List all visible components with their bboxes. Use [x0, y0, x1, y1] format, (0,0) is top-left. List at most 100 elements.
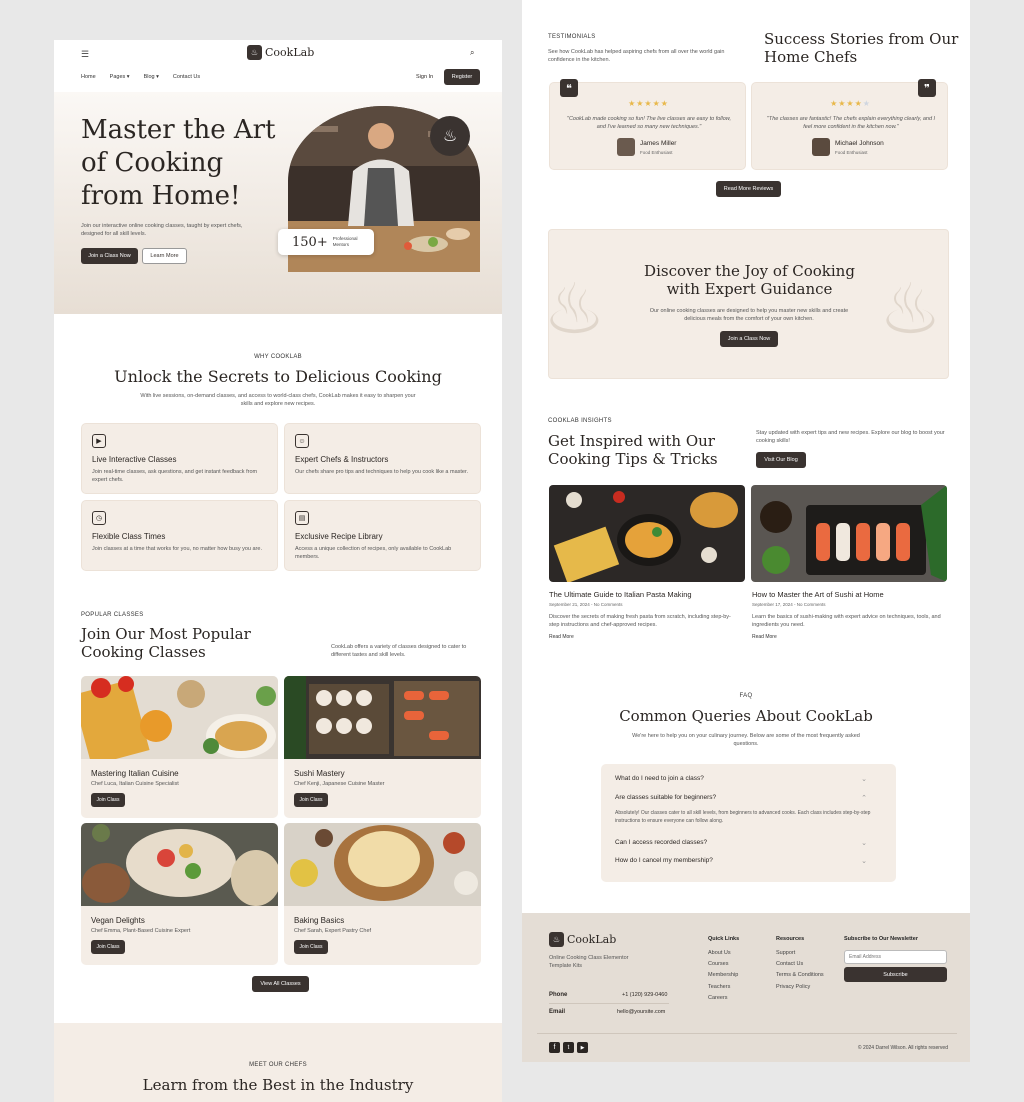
footer-link[interactable]: Contact Us [776, 961, 803, 967]
cta-title: Discover the Joy of Cooking with Expert … [644, 262, 855, 298]
class-card-baking[interactable]: Baking Basics Chef Sarah, Expert Pastry … [284, 823, 481, 965]
class-title: Vegan Delights [91, 916, 145, 925]
social-icons: f t ▶ [549, 1042, 588, 1053]
join-class-button[interactable]: Join Class [294, 793, 328, 807]
nav-blog[interactable]: Blog ▾ [144, 74, 159, 80]
footer: ♨ CookLab Online Cooking Class Elementor… [522, 913, 970, 1062]
class-chef: Chef Sarah, Expert Pastry Chef [294, 928, 372, 934]
footer-link[interactable]: About Us [708, 950, 731, 956]
newsletter-email-input[interactable] [844, 950, 947, 964]
footer-logo[interactable]: ♨ CookLab [549, 932, 616, 947]
chevron-down-icon: ⌄ [861, 840, 867, 847]
faq-title: Common Queries About CookLab [619, 707, 873, 725]
hero-title: Master the Art of Cooking from Home! [81, 115, 276, 211]
sushi-post-image [751, 485, 947, 582]
class-chef: Chef Kenji, Japanese Cuisine Master [294, 781, 385, 787]
chefs-section: MEET OUR CHEFS Learn from the Best in th… [54, 1023, 502, 1102]
footer-link[interactable]: Support [776, 950, 795, 956]
feature-card-times: ◷ Flexible Class Times Join classes at a… [81, 500, 278, 571]
why-desc: With live sessions, on-demand classes, a… [140, 393, 416, 407]
footer-link[interactable]: Teachers [708, 984, 730, 990]
read-more-link[interactable]: Read More [549, 634, 574, 640]
twitter-icon[interactable]: t [563, 1042, 574, 1053]
register-button[interactable]: Register [444, 69, 480, 85]
subscribe-button[interactable]: Subscribe [844, 967, 947, 982]
class-card-sushi[interactable]: Sushi Mastery Chef Kenji, Japanese Cuisi… [284, 676, 481, 818]
email-label: Email [549, 1009, 566, 1015]
italian-cuisine-image [81, 676, 278, 759]
post-title[interactable]: The Ultimate Guide to Italian Pasta Maki… [549, 590, 692, 599]
menu-icon[interactable]: ☰ [81, 49, 89, 60]
join-class-button[interactable]: Join Class [91, 793, 125, 807]
quote-icon: ❝ [560, 79, 578, 97]
baking-basics-image [284, 823, 481, 906]
signin-link[interactable]: Sign In [416, 74, 433, 80]
chevron-up-icon: ⌃ [861, 795, 867, 802]
reviewer-role: Food Enthusiast [835, 150, 868, 155]
popular-eyebrow: POPULAR CLASSES [81, 612, 144, 618]
email-value: hello@yoursite.com [617, 1009, 666, 1015]
chefs-eyebrow: MEET OUR CHEFS [249, 1062, 307, 1068]
avatar [812, 138, 830, 156]
chef-icon: ☺ [295, 434, 309, 448]
read-more-link[interactable]: Read More [752, 634, 777, 640]
facebook-icon[interactable]: f [549, 1042, 560, 1053]
logo-text: CookLab [265, 46, 315, 59]
chevron-down-icon: ⌄ [861, 858, 867, 865]
chefs-title: Learn from the Best in the Industry [142, 1076, 414, 1094]
hero: Master the Art of Cooking from Home! Joi… [54, 92, 502, 314]
post-meta: September 17, 2024 - No Comments [752, 602, 826, 607]
join-class-button[interactable]: Join a Class Now [81, 248, 138, 264]
learn-more-button[interactable]: Learn More [142, 248, 187, 264]
nav-pages[interactable]: Pages ▾ [110, 74, 130, 80]
search-icon[interactable]: ⌕ [470, 48, 474, 58]
stat-label: Professional Mentors [332, 236, 358, 247]
post-title[interactable]: How to Master the Art of Sushi at Home [752, 590, 884, 599]
testimonials-desc: See how CookLab has helped aspiring chef… [548, 49, 725, 63]
chef-hat-logo-icon: ♨ [549, 932, 564, 947]
logo[interactable]: ♨ CookLab [247, 45, 314, 60]
sushi-mastery-image [284, 676, 481, 759]
feature-title: Exclusive Recipe Library [295, 532, 383, 541]
footer-link[interactable]: Courses [708, 961, 728, 967]
faq-item[interactable]: How do I cancel my membership? ⌄ [615, 857, 881, 865]
testimonials-eyebrow: TESTIMONIALS [548, 34, 596, 40]
footer-link[interactable]: Privacy Policy [776, 984, 810, 990]
post-excerpt: Discover the secrets of making fresh pas… [549, 614, 731, 628]
quick-links-heading: Quick Links [708, 936, 740, 942]
faq-answer: Absolutely! Our classes cater to all ski… [615, 810, 871, 824]
hero-desc: Join our interactive online cooking clas… [81, 223, 243, 237]
faq-item[interactable]: What do I need to join a class? ⌄ [615, 775, 881, 783]
reviewer-name: James Miller [640, 140, 677, 147]
feature-title: Flexible Class Times [92, 532, 166, 541]
newsletter-heading: Subscribe to Our Newsletter [844, 936, 918, 942]
faq-item-open[interactable]: Are classes suitable for beginners? ⌃ [615, 794, 881, 802]
footer-link[interactable]: Careers [708, 995, 728, 1001]
page-left: ☰ ♨ CookLab ⌕ Home Pages ▾ Blog ▾ Contac… [54, 40, 502, 1102]
view-all-classes-button[interactable]: View All Classes [252, 976, 309, 992]
join-class-button[interactable]: Join Class [294, 940, 328, 954]
clock-icon: ◷ [92, 511, 106, 525]
nav-home[interactable]: Home [81, 74, 96, 80]
class-title: Mastering Italian Cuisine [91, 769, 179, 778]
faq-item[interactable]: Can I access recorded classes? ⌄ [615, 839, 881, 847]
class-card-italian[interactable]: Mastering Italian Cuisine Chef Luca, Ita… [81, 676, 278, 818]
join-class-button[interactable]: Join Class [91, 940, 125, 954]
mentors-stat-badge: 150+ Professional Mentors [278, 229, 374, 255]
footer-link[interactable]: Membership [708, 972, 738, 978]
cta-join-button[interactable]: Join a Class Now [720, 331, 778, 347]
testimonial-quote: "The classes are fantastic! The chefs ex… [766, 116, 936, 130]
testimonial-quote: "CookLab made cooking so fun! The live c… [567, 116, 731, 130]
visit-blog-button[interactable]: Visit Our Blog [756, 452, 806, 468]
testimonial-card: ❞ ★★★★★ "The classes are fantastic! The … [751, 79, 948, 170]
read-more-reviews-button[interactable]: Read More Reviews [716, 181, 781, 197]
footer-link[interactable]: Terms & Conditions [776, 972, 824, 978]
class-chef: Chef Emma, Plant-Based Cuisine Expert [91, 928, 191, 934]
class-title: Sushi Mastery [294, 769, 345, 778]
youtube-icon[interactable]: ▶ [577, 1042, 588, 1053]
why-title: Unlock the Secrets to Delicious Cooking [114, 367, 442, 386]
nav-contact[interactable]: Contact Us [173, 74, 200, 80]
testimonial-card: ❝ ★★★★★ "CookLab made cooking so fun! Th… [549, 79, 746, 170]
insights-eyebrow: COOKLAB INSIGHTS [548, 418, 612, 424]
class-card-vegan[interactable]: Vegan Delights Chef Emma, Plant-Based Cu… [81, 823, 278, 965]
